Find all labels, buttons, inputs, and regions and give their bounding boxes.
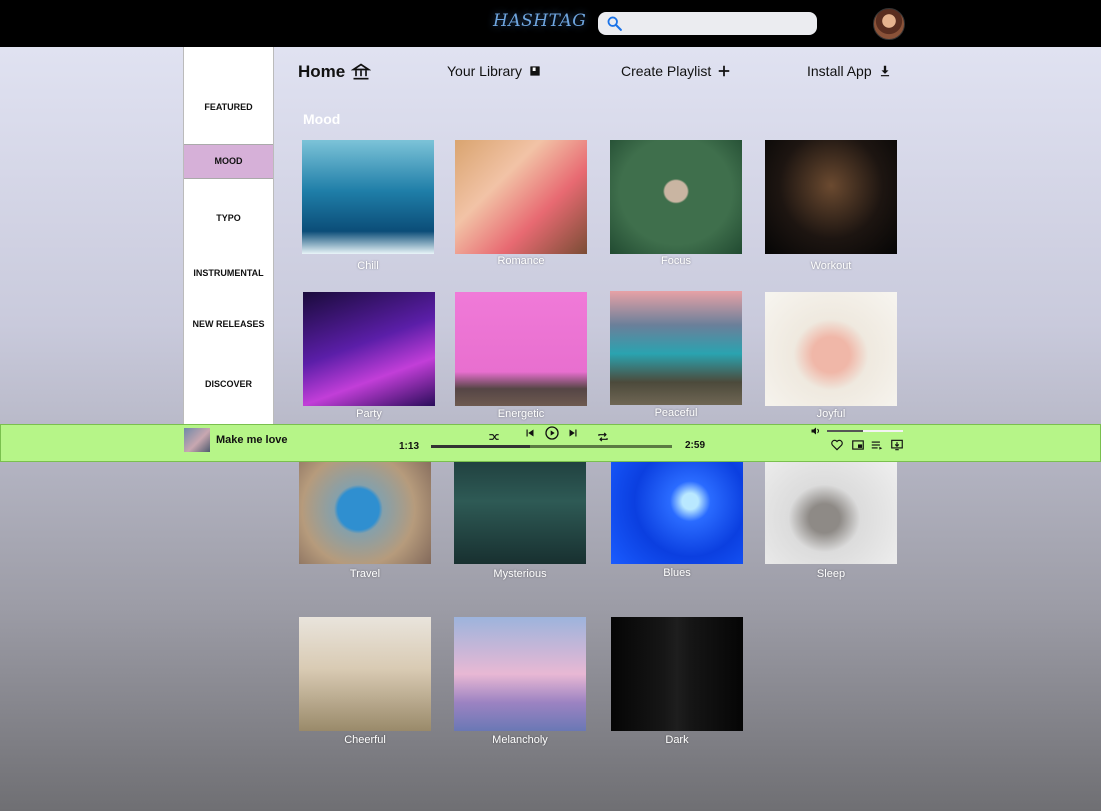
search-box[interactable] — [598, 12, 817, 35]
sidebar-item-new-releases[interactable]: NEW RELEASES — [184, 319, 273, 329]
mood-label: Cheerful — [344, 734, 386, 746]
nav-library-label: Your Library — [447, 63, 522, 79]
mood-label: Dark — [665, 734, 689, 746]
mood-label: Romance — [497, 255, 545, 267]
mood-label: Energetic — [497, 408, 545, 420]
mood-card-peaceful[interactable]: Peaceful — [610, 291, 742, 419]
mood-card-romance[interactable]: Romance — [455, 140, 587, 267]
mood-label: Joyful — [816, 408, 846, 420]
sidebar-item-typo[interactable]: TYPO — [184, 213, 273, 223]
mood-thumbnail — [611, 617, 743, 731]
mood-card-workout[interactable]: Workout — [765, 140, 897, 272]
mood-label: Blues — [663, 567, 691, 579]
nav-library[interactable]: Your Library — [447, 63, 542, 79]
progress-bar[interactable] — [431, 445, 672, 448]
nav-create-playlist[interactable]: Create Playlist — [621, 63, 731, 79]
mood-card-sleep[interactable]: Sleep — [765, 450, 897, 580]
track-title: Make me love — [216, 434, 288, 446]
plus-icon — [717, 64, 731, 78]
mood-card-melancholy[interactable]: Melancholy — [454, 617, 586, 746]
mood-label: Peaceful — [654, 407, 698, 419]
player-bar: Make me love 1:13 2:59 — [0, 424, 1101, 462]
sidebar-item-instrumental[interactable]: INSTRUMENTAL — [184, 268, 273, 278]
sidebar-item-discover[interactable]: DISCOVER — [184, 379, 273, 389]
mood-card-dark[interactable]: Dark — [611, 617, 743, 746]
mood-card-joyful[interactable]: Joyful — [765, 292, 897, 420]
mood-thumbnail — [454, 450, 586, 564]
nav-install-label: Install App — [807, 63, 872, 79]
cast-icon[interactable] — [890, 438, 904, 452]
mood-label: Party — [356, 408, 382, 420]
mood-thumbnail — [455, 140, 587, 254]
mood-card-focus[interactable]: Focus — [610, 140, 742, 267]
play-icon[interactable] — [544, 425, 560, 441]
download-icon — [878, 64, 892, 78]
sidebar-item-mood[interactable]: MOOD — [184, 144, 273, 179]
sidebar: FEATURED MOOD TYPO INSTRUMENTAL NEW RELE… — [183, 47, 274, 427]
progress-fill — [431, 445, 530, 448]
mood-label: Sleep — [816, 568, 846, 580]
miniplayer-icon[interactable] — [851, 438, 865, 452]
sidebar-item-featured[interactable]: FEATURED — [184, 102, 273, 112]
nav-home-label: Home — [298, 62, 346, 81]
mood-card-travel[interactable]: Travel — [299, 450, 431, 580]
mood-label: Travel — [349, 568, 381, 580]
mood-thumbnail — [765, 140, 897, 254]
volume-slider[interactable] — [827, 430, 903, 432]
volume-icon[interactable] — [810, 425, 822, 437]
mood-card-chill[interactable]: Chill — [302, 140, 434, 272]
search-input[interactable] — [628, 14, 808, 33]
current-time: 1:13 — [399, 441, 420, 452]
mood-card-cheerful[interactable]: Cheerful — [299, 617, 431, 746]
mood-label: Melancholy — [492, 734, 548, 746]
previous-icon[interactable] — [523, 426, 537, 440]
section-title: Mood — [303, 111, 341, 127]
mood-card-blues[interactable]: Blues — [611, 450, 743, 579]
mood-card-party[interactable]: Party — [303, 292, 435, 420]
mood-thumbnail — [454, 617, 586, 731]
nav-home[interactable]: Home — [298, 62, 372, 82]
mood-thumbnail — [303, 292, 435, 406]
total-time: 2:59 — [685, 440, 706, 451]
track-cover — [184, 428, 210, 452]
user-avatar[interactable] — [873, 8, 905, 40]
library-icon — [528, 64, 542, 78]
app-logo[interactable]: HASHTAG — [493, 8, 586, 38]
shuffle-icon[interactable] — [487, 430, 501, 444]
volume-fill — [827, 430, 863, 432]
bank-icon — [351, 62, 372, 82]
mood-thumbnail — [610, 291, 742, 405]
mood-thumbnail — [611, 450, 743, 564]
mood-label: Focus — [661, 255, 691, 267]
nav-install-app[interactable]: Install App — [807, 63, 892, 79]
nav-create-label: Create Playlist — [621, 63, 712, 79]
mood-thumbnail — [299, 450, 431, 564]
mood-card-energetic[interactable]: Energetic — [455, 292, 587, 420]
repeat-icon[interactable] — [596, 430, 610, 444]
next-icon[interactable] — [566, 426, 580, 440]
mood-thumbnail — [299, 617, 431, 731]
mood-thumbnail — [765, 450, 897, 564]
mood-label: Chill — [357, 260, 379, 272]
mood-thumbnail — [765, 292, 897, 406]
mood-label: Mysterious — [493, 568, 547, 580]
mood-thumbnail — [302, 140, 434, 254]
search-icon[interactable] — [606, 15, 623, 32]
queue-icon[interactable] — [870, 438, 884, 452]
mood-label: Workout — [810, 260, 852, 272]
heart-icon[interactable] — [830, 438, 844, 452]
top-bar: HASHTAG — [0, 0, 1101, 47]
mood-thumbnail — [610, 140, 742, 254]
mood-card-mysterious[interactable]: Mysterious — [454, 450, 586, 580]
mood-thumbnail — [455, 292, 587, 406]
